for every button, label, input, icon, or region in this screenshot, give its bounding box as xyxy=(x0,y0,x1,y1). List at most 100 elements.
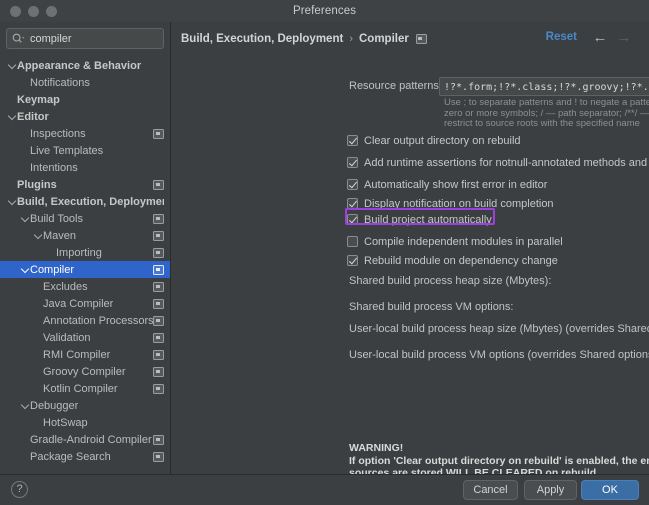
checkbox-label: Automatically show first error in editor xyxy=(364,178,548,191)
sidebar-item-label: Annotation Processors xyxy=(43,314,154,327)
breadcrumb: Build, Execution, Deployment › Compiler xyxy=(181,31,649,47)
sidebar-item-label: Plugins xyxy=(17,178,57,191)
sidebar-item-editor[interactable]: Editor xyxy=(0,108,170,125)
sidebar-item-intentions[interactable]: Intentions xyxy=(0,159,170,176)
breadcrumb-separator-icon: › xyxy=(349,33,353,45)
sidebar-item-importing[interactable]: Importing xyxy=(0,244,170,261)
sidebar-item-label: Gradle-Android Compiler xyxy=(30,433,152,446)
sidebar-item-build-execution-deployment[interactable]: Build, Execution, Deployment xyxy=(0,193,170,210)
search-input[interactable] xyxy=(25,32,170,45)
checkbox-unchecked-icon[interactable] xyxy=(347,236,358,247)
settings-sidebar: × Appearance & Behavior Notifications Keym… xyxy=(0,22,171,475)
preferences-window: Preferences × Appearance & Behavior Notif… xyxy=(0,0,649,505)
resource-patterns-input[interactable]: !?*.form;!?*.class;!?*.groovy;!?*.scala;… xyxy=(439,77,649,96)
checkbox-checked-icon[interactable] xyxy=(347,179,358,190)
sidebar-item-appearance-behavior[interactable]: Appearance & Behavior xyxy=(0,57,170,74)
sidebar-item-label: Build Tools xyxy=(30,212,83,225)
resource-patterns-label: Resource patterns: xyxy=(349,80,442,92)
checkbox-rebuild-module-on-dependency-change[interactable]: Rebuild module on dependency change xyxy=(347,253,558,268)
sidebar-item-label: Editor xyxy=(17,110,49,123)
sidebar-item-inspections[interactable]: Inspections xyxy=(0,125,170,142)
dialog-footer: ? Cancel Apply OK xyxy=(0,474,649,505)
breadcrumb-leaf: Compiler xyxy=(358,33,409,45)
sidebar-item-label: RMI Compiler xyxy=(43,348,111,361)
resource-patterns-hint: Use ; to separate patterns and ! to nega… xyxy=(444,98,649,130)
checkbox-checked-icon[interactable] xyxy=(347,198,358,209)
sidebar-item-label: HotSwap xyxy=(43,416,88,429)
sidebar-item-annotation-processors[interactable]: Annotation Processors xyxy=(0,312,170,329)
field-label: User-local build process heap size (Mbyt… xyxy=(349,323,649,335)
sidebar-item-label: Keymap xyxy=(17,93,60,106)
checkbox-label: Compile independent modules in parallel xyxy=(364,235,563,248)
checkbox-add-runtime-assertions-for-notnull-annotated-methods-and-parameters[interactable]: Add runtime assertions for notnull-annot… xyxy=(347,155,649,170)
sidebar-item-hotswap[interactable]: HotSwap xyxy=(0,414,170,431)
hint-line: zero or more symbols; / — path separator… xyxy=(444,108,649,119)
checkbox-checked-icon[interactable] xyxy=(347,135,358,146)
checkbox-display-notification-on-build-completion[interactable]: Display notification on build completion xyxy=(347,196,554,211)
sidebar-item-compiler[interactable]: Compiler xyxy=(0,261,170,278)
field-label: User-local build process VM options (ove… xyxy=(349,349,649,361)
apply-button[interactable]: Apply xyxy=(524,480,577,500)
checkbox-checked-icon[interactable] xyxy=(347,157,358,168)
checkbox-clear-output-directory-on-rebuild[interactable]: Clear output directory on rebuild xyxy=(347,133,521,148)
settings-badge-icon xyxy=(153,180,164,190)
sidebar-item-label: Compiler xyxy=(30,263,75,276)
chevron-down-icon[interactable] xyxy=(6,111,17,121)
checkbox-compile-independent-modules-in-parallel[interactable]: Compile independent modules in parallel xyxy=(347,234,563,249)
settings-tree: Appearance & Behavior Notifications Keymap… xyxy=(0,57,170,465)
chevron-down-icon[interactable] xyxy=(6,196,17,206)
checkbox-checked-icon[interactable] xyxy=(347,255,358,266)
sidebar-item-label: Excludes xyxy=(43,280,88,293)
settings-badge-icon xyxy=(153,231,164,241)
nav-forward-icon: → xyxy=(616,28,632,46)
sidebar-item-excludes[interactable]: Excludes xyxy=(0,278,170,295)
sidebar-item-build-tools[interactable]: Build Tools xyxy=(0,210,170,227)
checkbox-automatically-show-first-error-in-editor[interactable]: Automatically show first error in editor xyxy=(347,177,547,192)
checkbox-checked-icon[interactable] xyxy=(347,214,358,225)
help-button[interactable]: ? xyxy=(11,481,28,498)
ok-button[interactable]: OK xyxy=(581,480,639,500)
warning-line: If option 'Clear output directory on reb… xyxy=(349,454,649,467)
chevron-down-icon[interactable] xyxy=(19,213,30,223)
sidebar-item-notifications[interactable]: Notifications xyxy=(0,74,170,91)
chevron-down-icon[interactable] xyxy=(32,230,43,240)
checkbox-build-project-automatically[interactable]: Build project automatically xyxy=(347,212,492,227)
sidebar-item-rmi-compiler[interactable]: RMI Compiler xyxy=(0,346,170,363)
sidebar-item-label: Importing xyxy=(56,246,102,259)
sidebar-item-maven[interactable]: Maven xyxy=(0,227,170,244)
nav-back-icon[interactable]: ← xyxy=(591,29,609,45)
warning-text: WARNING! If option 'Clear output director… xyxy=(349,442,649,475)
sidebar-item-label: Maven xyxy=(43,229,77,242)
settings-badge-icon xyxy=(153,214,164,224)
settings-badge-icon xyxy=(153,350,164,360)
sidebar-item-groovy-compiler[interactable]: Groovy Compiler xyxy=(0,363,170,380)
chevron-down-icon[interactable] xyxy=(19,400,30,410)
sidebar-item-java-compiler[interactable]: Java Compiler xyxy=(0,295,170,312)
sidebar-item-keymap[interactable]: Keymap xyxy=(0,91,170,108)
sidebar-item-label: Package Search xyxy=(30,450,111,463)
sidebar-item-debugger[interactable]: Debugger xyxy=(0,397,170,414)
sidebar-item-validation[interactable]: Validation xyxy=(0,329,170,346)
sidebar-item-live-templates[interactable]: Live Templates xyxy=(0,142,170,159)
settings-badge-icon xyxy=(153,248,164,258)
sidebar-item-label: Kotlin Compiler xyxy=(43,382,118,395)
sidebar-item-kotlin-compiler[interactable]: Kotlin Compiler xyxy=(0,380,170,397)
checkbox-label: Rebuild module on dependency change xyxy=(364,254,558,267)
checkbox-label: Display notification on build completion xyxy=(364,197,554,210)
hint-line: Use ; to separate patterns and ! to nega… xyxy=(444,98,649,108)
sidebar-item-plugins[interactable]: Plugins xyxy=(0,176,170,193)
chevron-down-icon[interactable] xyxy=(6,60,17,70)
sidebar-item-package-search[interactable]: Package Search xyxy=(0,448,170,465)
cancel-button[interactable]: Cancel xyxy=(463,480,518,500)
window-title: Preferences xyxy=(292,5,357,17)
reset-link[interactable]: Reset xyxy=(546,31,577,43)
breadcrumb-root[interactable]: Build, Execution, Deployment xyxy=(181,33,343,45)
settings-badge-icon xyxy=(153,316,164,326)
sidebar-item-label: Live Templates xyxy=(30,144,104,157)
sidebar-item-gradle-android-compiler[interactable]: Gradle-Android Compiler xyxy=(0,431,170,448)
chevron-down-icon[interactable] xyxy=(19,264,30,274)
hint-line: restrict to source roots with the specif… xyxy=(444,119,640,130)
search-icon xyxy=(12,33,25,44)
search-box[interactable]: × xyxy=(6,28,170,49)
title-bar: Preferences xyxy=(0,0,649,23)
